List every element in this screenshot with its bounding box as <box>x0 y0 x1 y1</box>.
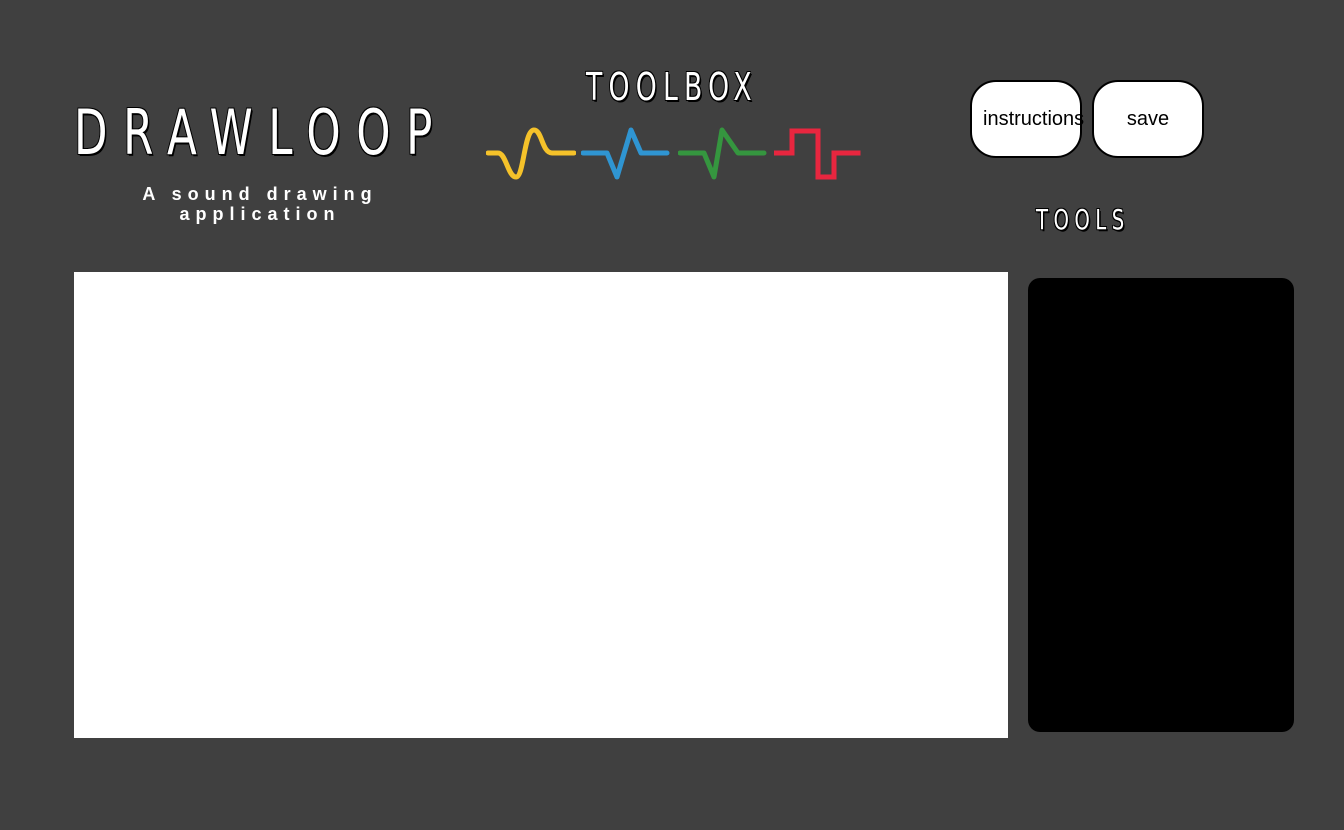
app-title: DRAWLOOP <box>74 96 448 169</box>
tools-title: TOOLS <box>1036 203 1130 236</box>
wave-toolbox <box>486 120 866 190</box>
toolbox-title: TOOLBOX <box>586 65 758 109</box>
sine-wave-icon <box>486 127 576 180</box>
save-button[interactable]: save <box>1092 80 1204 158</box>
pulse-wave-icon <box>581 127 670 180</box>
pulse-wave-tool[interactable] <box>581 120 671 190</box>
app-subtitle: A sound drawing application <box>142 184 378 224</box>
sawtooth-wave-icon <box>678 127 767 180</box>
instructions-button[interactable]: instructions <box>970 80 1084 158</box>
sawtooth-wave-tool[interactable] <box>678 120 768 190</box>
square-wave-tool[interactable] <box>774 120 864 190</box>
square-wave-icon <box>774 128 861 180</box>
sine-wave-tool[interactable] <box>486 120 576 190</box>
tools-panel[interactable] <box>1028 278 1294 732</box>
drawing-canvas[interactable] <box>74 272 1008 738</box>
